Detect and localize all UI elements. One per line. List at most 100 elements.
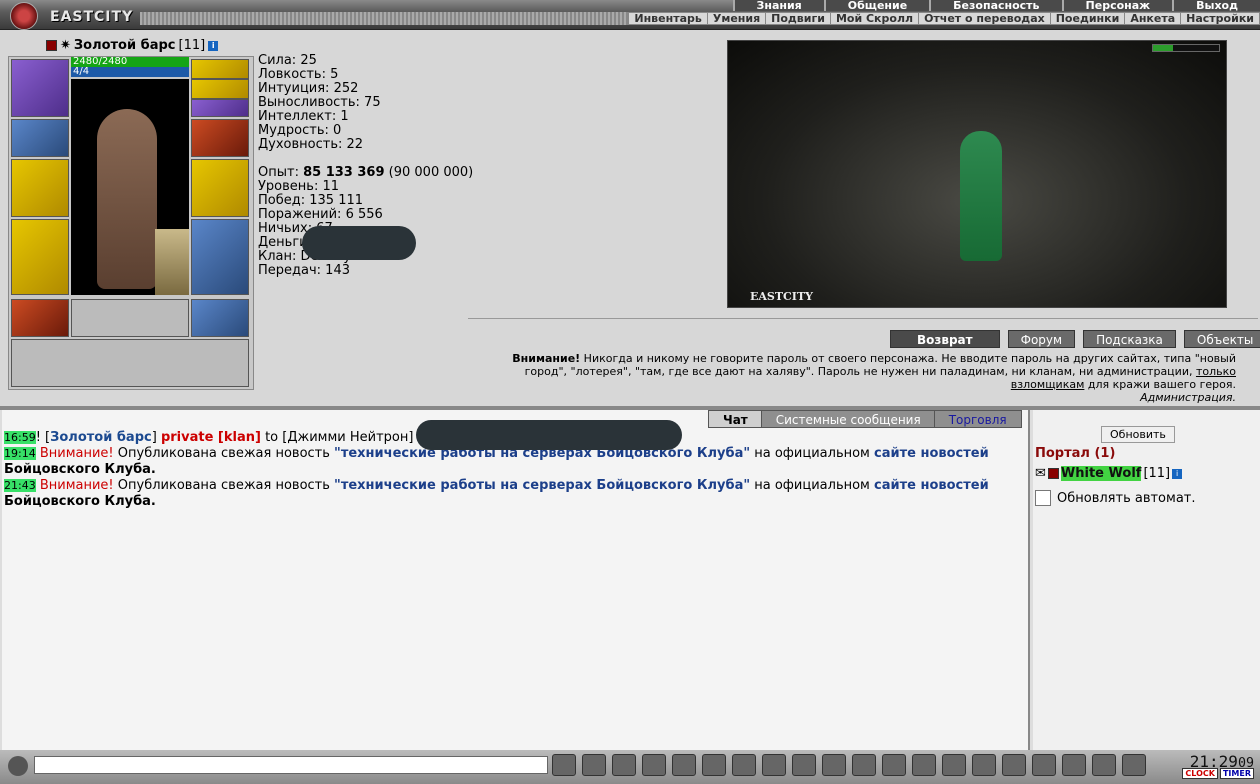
align-icon: ✷: [60, 38, 71, 53]
online-panel: Обновить Портал (1) ✉ White Wolf [11] i …: [1033, 410, 1260, 750]
info-icon[interactable]: i: [1172, 468, 1183, 479]
boots-slot[interactable]: [191, 299, 249, 337]
clock-modes: CLOCK TIMER: [1182, 768, 1254, 779]
action-icon[interactable]: [672, 754, 696, 776]
news-link[interactable]: сайте новостей: [874, 478, 989, 493]
rings-slot[interactable]: [191, 99, 249, 117]
pet-icon[interactable]: [155, 229, 189, 295]
pet-icon[interactable]: [1062, 754, 1086, 776]
back-button[interactable]: Возврат: [890, 330, 1000, 348]
logo-text: EASTCITY: [50, 9, 134, 25]
fist-icon[interactable]: [822, 754, 846, 776]
stat-intuition: Интуиция: 252: [258, 81, 359, 96]
bag-icon[interactable]: [882, 754, 906, 776]
helmet-icon[interactable]: [792, 754, 816, 776]
submenu-settings[interactable]: Настройки: [1181, 13, 1259, 25]
character-panel: ✷ Золотой барс [11] i 2480/2480 4/4 Сила…: [0, 30, 1260, 406]
scene-brand: EASTCITY: [750, 290, 813, 303]
settings-icon[interactable]: [972, 754, 996, 776]
character-name: Золотой барс: [73, 38, 176, 53]
belt-items[interactable]: [11, 339, 249, 387]
armor-slot[interactable]: [11, 219, 69, 295]
chat-mode-icon[interactable]: [8, 756, 28, 776]
belt-slot[interactable]: [11, 299, 69, 337]
submenu-duels[interactable]: Поединки: [1051, 13, 1126, 25]
warning-bold: Внимание!: [512, 352, 581, 365]
menu-character[interactable]: Персонаж: [1061, 0, 1173, 11]
timestamp[interactable]: 16:59: [4, 431, 36, 444]
gloves-slot[interactable]: [191, 119, 249, 157]
timestamp[interactable]: 19:14: [4, 447, 36, 460]
sound-icon[interactable]: [732, 754, 756, 776]
submenu-feats[interactable]: Подвиги: [766, 13, 831, 25]
scrollbar[interactable]: [1237, 44, 1251, 404]
clan-icon: [46, 40, 57, 51]
legs-slot[interactable]: [191, 219, 249, 295]
submenu-profile[interactable]: Анкета: [1125, 13, 1182, 25]
submenu-inventory[interactable]: Инвентарь: [629, 13, 708, 25]
flag-icon[interactable]: [1092, 754, 1116, 776]
logo[interactable]: EASTCITY: [4, 0, 139, 30]
map-icon[interactable]: [942, 754, 966, 776]
private-icon[interactable]: ✉: [1035, 466, 1046, 481]
clan-icon: [1047, 468, 1059, 479]
player-nick[interactable]: White Wolf: [1060, 466, 1142, 481]
auto-refresh: Обновлять автомат.: [1035, 490, 1196, 506]
stat-spirit: Духовность: 22: [258, 137, 364, 152]
warning-signature: Администрация.: [1140, 391, 1236, 404]
send-icon[interactable]: [552, 754, 576, 776]
notes-icon[interactable]: [642, 754, 666, 776]
clock-mode-button[interactable]: CLOCK: [1182, 768, 1218, 779]
sender-nick[interactable]: Золотой барс: [50, 430, 152, 445]
info-icon[interactable]: i: [208, 40, 219, 51]
menu-communication[interactable]: Общение: [823, 0, 930, 11]
smiles-icon[interactable]: [762, 754, 786, 776]
timer-mode-button[interactable]: TIMER: [1219, 768, 1254, 779]
rune-slots[interactable]: [71, 299, 189, 337]
npc-figure[interactable]: [960, 131, 1002, 261]
fire-icon[interactable]: [852, 754, 876, 776]
tab-chat[interactable]: Чат: [708, 410, 763, 428]
shield-slot[interactable]: [191, 159, 249, 217]
top-bar: EASTCITY Знания Общение Безопасность Пер…: [0, 0, 1260, 30]
exit-icon[interactable]: [1122, 754, 1146, 776]
objects-button[interactable]: Объекты: [1183, 330, 1260, 348]
filter-icon[interactable]: [612, 754, 636, 776]
stat-intellect: Интеллект: 1: [258, 109, 349, 124]
bottom-toolbar: 21:2909 CLOCK TIMER: [0, 750, 1260, 784]
hint-button[interactable]: Подсказка: [1083, 330, 1176, 348]
submenu-transfers[interactable]: Отчет о переводах: [919, 13, 1051, 25]
tab-trade[interactable]: Торговля: [933, 410, 1022, 428]
divider: [468, 318, 1258, 319]
gear-icon[interactable]: [1002, 754, 1026, 776]
earring-slot[interactable]: [191, 59, 249, 79]
player-entry: ✉ White Wolf [11] i: [1035, 466, 1183, 481]
exp-next: (90 000 000): [388, 165, 474, 180]
bracers-slot[interactable]: [11, 119, 69, 157]
timestamp[interactable]: 21:43: [4, 479, 36, 492]
auto-refresh-label: Обновлять автомат.: [1057, 490, 1196, 506]
menu-exit[interactable]: Выход: [1172, 0, 1260, 11]
refresh-button[interactable]: Обновить: [1101, 426, 1175, 443]
home-icon[interactable]: [1032, 754, 1056, 776]
submenu-scroll[interactable]: Мой Скролл: [831, 13, 920, 25]
amulet-slot[interactable]: [191, 79, 249, 99]
exp-label: Опыт:: [258, 165, 299, 180]
chest-icon[interactable]: [912, 754, 936, 776]
menu-security[interactable]: Безопасность: [929, 0, 1062, 11]
private-mode[interactable]: private [klan]: [161, 430, 261, 445]
clear-icon[interactable]: [582, 754, 606, 776]
stat-endurance: Выносливость: 75: [258, 95, 381, 110]
submenu-skills[interactable]: Умения: [708, 13, 767, 25]
news-link[interactable]: сайте новостей: [874, 446, 989, 461]
auto-refresh-checkbox[interactable]: [1035, 490, 1051, 506]
translit-icon[interactable]: [702, 754, 726, 776]
location-scene: EASTCITY: [727, 40, 1227, 308]
helmet-slot[interactable]: [11, 59, 69, 117]
forum-button[interactable]: Форум: [1007, 330, 1076, 348]
menu-knowledge[interactable]: Знания: [732, 0, 824, 11]
weapon-slot[interactable]: [11, 159, 69, 217]
chat-input[interactable]: [34, 756, 548, 774]
sub-menu: Инвентарь Умения Подвиги Мой Скролл Отче…: [628, 12, 1260, 25]
tab-system[interactable]: Системные сообщения: [760, 410, 936, 428]
